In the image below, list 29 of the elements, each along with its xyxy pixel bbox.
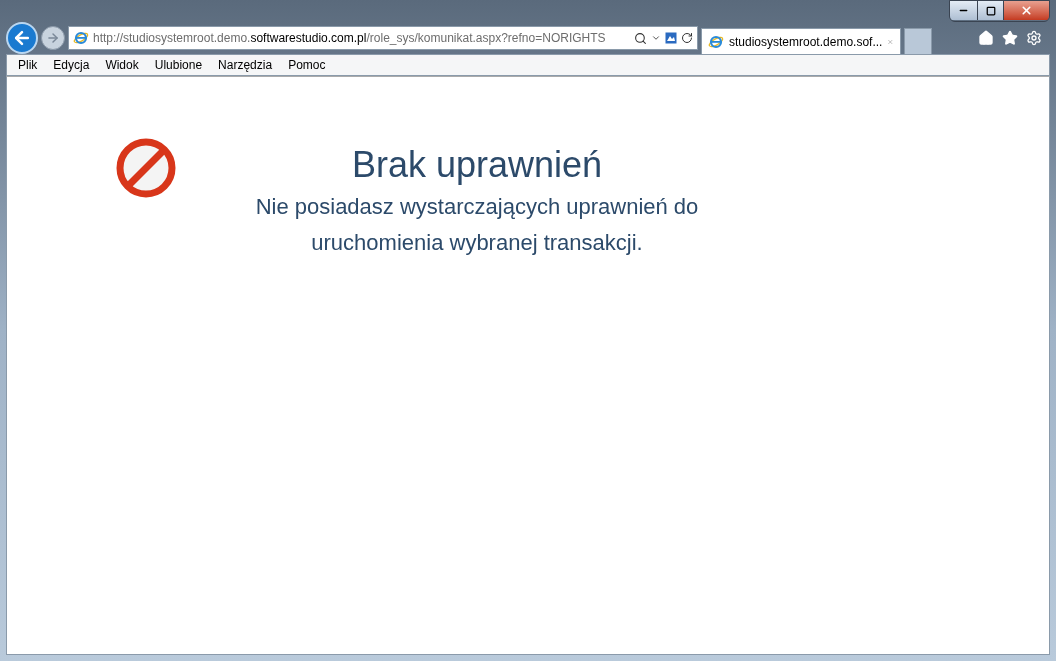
close-icon <box>1020 4 1033 17</box>
close-button[interactable] <box>1003 1 1049 20</box>
menu-item[interactable]: Ulubione <box>154 56 203 74</box>
menu-item[interactable]: Edycja <box>53 56 90 74</box>
url-text: http://studiosystemroot.demo.softwarestudio.com.pl/role_sys/komunikat.aspx?refno=NORIGHTS <box>93 30 607 47</box>
browser-tab[interactable]: studiosystemroot.demo.sof... <box>701 28 901 54</box>
maximize-icon <box>985 5 996 16</box>
maximize-button[interactable] <box>977 1 1003 20</box>
page-title: Brak uprawnień <box>351 143 603 187</box>
back-button[interactable] <box>6 22 38 54</box>
dropdown-icon[interactable] <box>651 33 661 43</box>
prohibited-icon <box>115 137 177 199</box>
search-icon[interactable] <box>634 31 647 45</box>
error-message: Nie posiadasz wystarczających uprawnień do uruchomienia wybranej transakcji. <box>254 193 700 257</box>
menu-item[interactable]: Plik <box>18 56 38 74</box>
home-icon[interactable] <box>978 30 994 46</box>
menu-item[interactable]: Widok <box>105 56 139 74</box>
compatibility-view-icon[interactable] <box>665 32 677 44</box>
tab-title: studiosystemroot.demo.sof... <box>729 33 883 51</box>
browser-logo-icon <box>708 33 724 50</box>
refresh-icon[interactable] <box>681 32 693 44</box>
favorites-icon[interactable] <box>1002 30 1018 46</box>
browser-logo-icon <box>73 30 89 46</box>
menu-item[interactable]: Narzędzia <box>218 56 273 74</box>
forward-button[interactable] <box>41 26 65 50</box>
settings-icon[interactable] <box>1026 30 1042 46</box>
forward-arrow-icon <box>46 31 60 45</box>
address-bar[interactable]: http://studiosystemroot.demo.softwarestudio.com.pl/role_sys/komunikat.aspx?refno=NORIGHTS <box>68 26 698 50</box>
menu-item[interactable]: Pomoc <box>288 56 326 74</box>
